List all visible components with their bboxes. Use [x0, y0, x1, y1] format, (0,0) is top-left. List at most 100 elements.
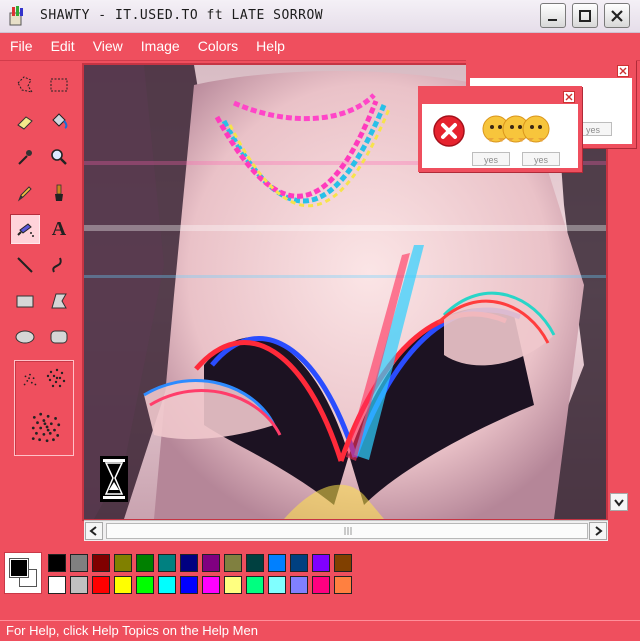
primary-color[interactable] [9, 558, 29, 578]
color-picker-icon [18, 150, 32, 165]
airbrush-icon [17, 223, 34, 237]
minimize-button[interactable] [540, 3, 566, 28]
current-colors[interactable] [4, 552, 42, 594]
pencil-tool[interactable] [10, 178, 40, 208]
color-palette [4, 552, 364, 598]
rect-select-tool[interactable] [44, 70, 74, 100]
color-swatch[interactable] [92, 554, 110, 572]
fill-bucket-icon [52, 113, 68, 129]
scroll-right-button[interactable] [589, 522, 607, 540]
popup-title-bar [470, 64, 632, 78]
popup-yes-button[interactable]: yes [472, 152, 510, 166]
scroll-left-button[interactable] [85, 522, 103, 540]
eraser-tool[interactable] [10, 106, 40, 136]
color-swatch[interactable] [312, 554, 330, 572]
text-tool[interactable]: A [44, 214, 74, 244]
polygon-icon [51, 293, 67, 309]
line-tool[interactable] [10, 250, 40, 280]
rect-select-icon [50, 78, 68, 92]
curve-tool[interactable] [44, 250, 74, 280]
polygon-tool[interactable] [44, 286, 74, 316]
brush-tool[interactable] [44, 178, 74, 208]
title-bar: SHAWTY - IT.USED.TO ft LATE SORROW [0, 0, 640, 33]
color-swatch[interactable] [158, 576, 176, 594]
color-swatch[interactable] [48, 576, 66, 594]
rectangle-icon [16, 295, 34, 308]
rounded-rectangle-icon [50, 330, 68, 344]
fill-bucket-tool[interactable] [44, 106, 74, 136]
color-swatch[interactable] [290, 576, 308, 594]
color-swatch[interactable] [246, 554, 264, 572]
color-swatch[interactable] [224, 576, 242, 594]
close-button[interactable] [604, 3, 630, 28]
color-swatch[interactable] [224, 554, 242, 572]
brush-icon [55, 184, 63, 201]
color-swatch[interactable] [92, 576, 110, 594]
text-icon: A [51, 217, 67, 240]
chevron-right-icon [595, 526, 603, 536]
menu-view[interactable]: View [83, 33, 131, 60]
popup-close-button[interactable] [617, 65, 629, 77]
spray-large-icon[interactable] [29, 411, 63, 445]
rectangle-tool[interactable] [10, 286, 40, 316]
color-swatch[interactable] [70, 554, 88, 572]
color-swatch[interactable] [136, 554, 154, 572]
pencil-icon [17, 186, 32, 202]
status-text: For Help, click Help Topics on the Help … [6, 623, 258, 638]
curve-icon [52, 257, 62, 273]
magnifier-tool[interactable] [44, 142, 74, 172]
close-icon [619, 67, 627, 75]
spray-small-icon[interactable] [21, 371, 39, 389]
color-swatch[interactable] [180, 576, 198, 594]
menu-help[interactable]: Help [246, 33, 293, 60]
color-swatch[interactable] [268, 554, 286, 572]
color-picker-tool[interactable] [10, 142, 40, 172]
color-swatch[interactable] [202, 576, 220, 594]
airbrush-tool[interactable] [10, 214, 40, 244]
line-icon [17, 257, 33, 273]
toolbox: A [4, 66, 78, 522]
free-form-select-tool[interactable] [10, 70, 40, 100]
menu-file[interactable]: File [0, 33, 41, 60]
menu-image[interactable]: Image [131, 33, 188, 60]
color-swatch[interactable] [334, 554, 352, 572]
magnifier-icon [51, 149, 67, 165]
spray-medium-icon[interactable] [45, 367, 69, 391]
color-swatch[interactable] [202, 554, 220, 572]
tool-options [14, 360, 74, 456]
color-swatch[interactable] [70, 576, 88, 594]
error-icon [433, 115, 465, 147]
close-icon [565, 93, 573, 101]
scroll-thumb[interactable] [106, 523, 588, 539]
maximize-button[interactable] [572, 3, 598, 28]
popup-close-button[interactable] [563, 91, 575, 103]
color-swatch[interactable] [290, 554, 308, 572]
popup-yes-button[interactable]: yes [522, 152, 560, 166]
color-swatch[interactable] [48, 554, 66, 572]
menu-edit[interactable]: Edit [41, 33, 83, 60]
horizontal-scrollbar[interactable] [84, 520, 608, 541]
minimize-icon [548, 18, 557, 21]
window-title: SHAWTY - IT.USED.TO ft LATE SORROW [40, 8, 324, 23]
color-swatch[interactable] [312, 576, 330, 594]
ellipse-icon [15, 330, 35, 344]
menu-bar: File Edit View Image Colors Help [0, 33, 640, 61]
color-swatch[interactable] [268, 576, 286, 594]
color-swatch[interactable] [136, 576, 154, 594]
scroll-down-button[interactable] [610, 493, 628, 511]
chevron-down-icon [614, 499, 624, 507]
color-swatch[interactable] [158, 554, 176, 572]
maximize-icon [579, 9, 591, 22]
menu-colors[interactable]: Colors [188, 33, 246, 60]
color-swatch[interactable] [114, 554, 132, 572]
color-swatch[interactable] [334, 576, 352, 594]
color-swatch[interactable] [246, 576, 264, 594]
eraser-icon [17, 116, 33, 130]
popup-window-front[interactable]: yes yes [418, 86, 582, 172]
grip-icon [344, 527, 352, 535]
color-swatch[interactable] [114, 576, 132, 594]
ellipse-tool[interactable] [10, 322, 40, 352]
rounded-rectangle-tool[interactable] [44, 322, 74, 352]
color-swatch[interactable] [180, 554, 198, 572]
free-form-select-icon [17, 76, 34, 93]
